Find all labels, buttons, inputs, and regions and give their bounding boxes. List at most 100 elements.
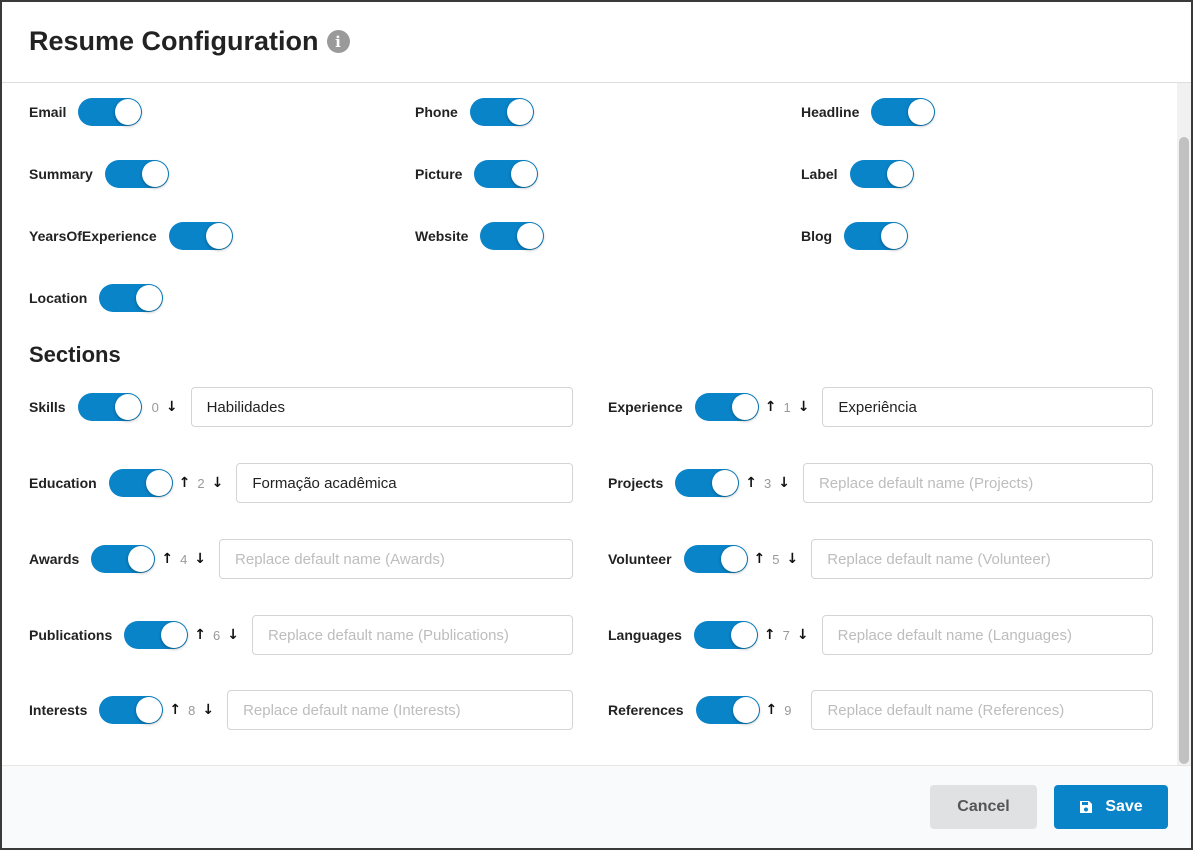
field-label: Website — [415, 228, 469, 244]
interests-name-input[interactable] — [227, 690, 573, 730]
floppy-disk-icon — [1080, 801, 1093, 813]
arrow-up-icon[interactable]: ↑ — [754, 551, 766, 567]
order-number: 5 — [772, 551, 780, 567]
phone-toggle[interactable] — [469, 98, 534, 126]
arrow-up-icon[interactable]: ↑ — [764, 627, 776, 643]
section-publications: Publications ↑ 6 ↓ — [29, 615, 573, 655]
languages-name-input[interactable] — [821, 615, 1153, 655]
field-summary: Summary — [29, 160, 169, 188]
cancel-label: Cancel — [957, 798, 1010, 815]
arrow-down-icon[interactable]: ↓ — [212, 475, 224, 491]
location-toggle[interactable] — [99, 284, 164, 312]
years-of-experience-toggle[interactable] — [168, 222, 233, 250]
field-label: Headline — [801, 104, 860, 120]
email-toggle[interactable] — [78, 98, 143, 126]
arrow-up-icon[interactable]: ↑ — [194, 627, 206, 643]
education-name-input[interactable] — [236, 463, 573, 503]
arrow-up-icon[interactable]: ↑ — [745, 475, 757, 491]
arrow-up-icon[interactable]: ↑ — [766, 702, 778, 718]
field-website: Website — [415, 222, 545, 250]
languages-toggle[interactable] — [693, 621, 758, 649]
title-text: Resume Configuration — [29, 26, 319, 56]
toggle-knob — [136, 697, 163, 723]
section-education: Education ↑ 2 ↓ — [29, 463, 573, 503]
toggle-knob — [881, 223, 908, 249]
toggle-knob — [712, 470, 739, 496]
toggle-knob — [141, 161, 168, 187]
arrow-down-icon[interactable]: ↓ — [227, 627, 239, 643]
field-location: Location — [29, 284, 164, 312]
label-toggle[interactable] — [849, 160, 914, 188]
section-references: References ↑ 9 — [608, 690, 1153, 730]
arrow-down-icon[interactable]: ↓ — [202, 702, 214, 718]
picture-toggle[interactable] — [474, 160, 539, 188]
cancel-button[interactable]: Cancel — [930, 785, 1037, 829]
section-experience: Experience ↑ 1 ↓ — [608, 387, 1153, 427]
order-number: 6 — [212, 627, 221, 643]
skills-toggle[interactable] — [77, 393, 142, 421]
volunteer-toggle[interactable] — [683, 545, 748, 573]
save-button[interactable]: Save — [1054, 785, 1168, 829]
section-interests: Interests ↑ 8 ↓ — [29, 690, 573, 730]
order-number: 8 — [188, 702, 196, 718]
awards-toggle[interactable] — [91, 545, 156, 573]
publications-toggle[interactable] — [124, 621, 189, 649]
scrollbar-thumb[interactable] — [1179, 137, 1189, 764]
section-label: Projects — [608, 475, 664, 491]
toggle-knob — [511, 161, 538, 187]
toggle-knob — [205, 223, 232, 249]
arrow-up-icon[interactable]: ↑ — [161, 551, 173, 567]
arrow-up-icon[interactable]: ↑ — [765, 399, 777, 415]
references-toggle[interactable] — [695, 696, 760, 724]
summary-toggle[interactable] — [104, 160, 169, 188]
modal-footer: Cancel Save — [2, 765, 1191, 848]
field-label: YearsOfExperience — [29, 228, 157, 244]
arrow-down-icon[interactable]: ↓ — [798, 399, 810, 415]
section-projects: Projects ↑ 3 ↓ — [608, 463, 1153, 503]
education-toggle[interactable] — [108, 469, 173, 497]
arrow-down-icon[interactable]: ↓ — [194, 551, 206, 567]
projects-name-input[interactable] — [802, 463, 1153, 503]
arrow-down-icon[interactable]: ↓ — [166, 399, 178, 415]
modal-header: Resume Configuration i — [2, 2, 1191, 83]
section-label: References — [608, 702, 684, 718]
field-picture: Picture — [415, 160, 539, 188]
field-years-of-experience: YearsOfExperience — [29, 222, 233, 250]
website-toggle[interactable] — [480, 222, 545, 250]
experience-name-input[interactable] — [822, 387, 1153, 427]
publications-name-input[interactable] — [251, 615, 573, 655]
toggle-knob — [128, 546, 155, 572]
arrow-up-icon[interactable]: ↑ — [179, 475, 191, 491]
awards-name-input[interactable] — [219, 539, 573, 579]
interests-toggle[interactable] — [99, 696, 164, 724]
arrow-down-icon[interactable]: ↓ — [787, 551, 799, 567]
volunteer-name-input[interactable] — [811, 539, 1153, 579]
info-icon[interactable]: i — [326, 30, 350, 53]
field-label: Label — [801, 166, 838, 182]
field-label: Location — [29, 290, 88, 306]
order-number: 4 — [180, 551, 188, 567]
order-number: 2 — [197, 475, 205, 491]
arrow-up-icon[interactable]: ↑ — [169, 702, 181, 718]
field-email: Email — [29, 98, 143, 126]
toggle-knob — [136, 285, 163, 311]
blog-toggle[interactable] — [844, 222, 909, 250]
skills-name-input[interactable] — [190, 387, 573, 427]
section-label: Awards — [29, 551, 80, 567]
experience-toggle[interactable] — [694, 393, 759, 421]
headline-toggle[interactable] — [871, 98, 936, 126]
section-label: Experience — [608, 399, 683, 415]
resume-configuration-modal: Resume Configuration i Email Phone Headl… — [2, 2, 1191, 848]
references-name-input[interactable] — [811, 690, 1153, 730]
toggle-knob — [506, 99, 533, 125]
arrow-down-icon[interactable]: ↓ — [778, 475, 790, 491]
order-number: 9 — [784, 702, 792, 718]
projects-toggle[interactable] — [675, 469, 740, 497]
section-awards: Awards ↑ 4 ↓ — [29, 539, 573, 579]
toggle-knob — [730, 622, 757, 648]
section-label: Interests — [29, 702, 88, 718]
scrollbar-track[interactable] — [1177, 83, 1191, 766]
field-label: Picture — [415, 166, 463, 182]
arrow-down-icon[interactable]: ↓ — [797, 627, 809, 643]
field-headline: Headline — [801, 98, 936, 126]
